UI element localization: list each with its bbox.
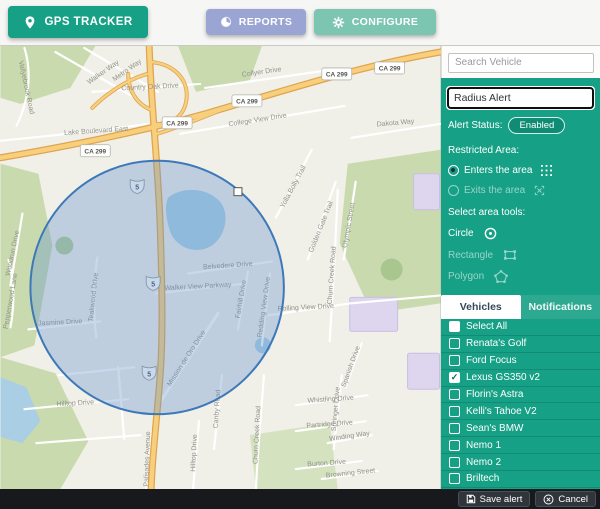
vehicle-row[interactable]: ✓ Lexus GS350 v2 [441, 370, 600, 387]
vehicle-label: Ford Focus [466, 355, 517, 366]
configure-gear-icon [332, 16, 345, 29]
sidebar-panel: Alert Status: Enabled Restricted Area: E… [441, 46, 600, 489]
circle-resize-handle[interactable] [234, 188, 242, 196]
vehicle-label: Florin's Astra [466, 389, 523, 400]
vehicle-row[interactable]: Renata's Golf [441, 336, 600, 353]
tool-circle-label: Circle [448, 228, 474, 239]
alert-status-toggle[interactable]: Enabled [508, 117, 565, 134]
route-badge: CA 299 [375, 62, 405, 74]
nav-gps-label: GPS TRACKER [44, 16, 132, 28]
nav-configure-button[interactable]: CONFIGURE [314, 9, 436, 35]
tab-vehicles[interactable]: Vehicles [441, 295, 521, 319]
enters-area-option[interactable]: Enters the area [448, 165, 593, 176]
alert-status-row: Alert Status: Enabled [448, 117, 593, 134]
polygon-tool-icon [494, 270, 508, 283]
save-alert-button[interactable]: Save alert [458, 491, 531, 507]
svg-text:CA 299: CA 299 [84, 148, 106, 155]
route-badge: CA 299 [162, 117, 192, 129]
vehicle-label: Renata's Golf [466, 338, 526, 349]
vehicle-list: Select All Renata's Golf Ford Focus ✓ Lexus … [441, 319, 600, 489]
svg-text:CA 299: CA 299 [166, 120, 188, 127]
vehicle-label: Nemo 1 [466, 440, 501, 451]
nav-configure-label: CONFIGURE [352, 16, 419, 28]
save-icon [466, 494, 476, 504]
vehicle-row[interactable]: Florin's Astra [441, 387, 600, 404]
search-input[interactable] [448, 53, 594, 73]
alert-status-label: Alert Status: [448, 120, 502, 131]
tab-notifications[interactable]: Notifications [521, 295, 600, 319]
gps-pin-icon [23, 15, 37, 30]
svg-text:CA 299: CA 299 [379, 65, 401, 72]
cancel-icon [543, 494, 554, 505]
map-container: CA 299CA 299CA 299CA 299CA 299 555 Count… [0, 46, 441, 489]
nav-reports-label: REPORTS [239, 16, 293, 28]
vehicle-row[interactable]: Briltech [441, 471, 600, 488]
reports-pie-icon [220, 16, 232, 28]
nav-gps-tracker-button[interactable]: GPS TRACKER [8, 6, 148, 38]
svg-text:CA 299: CA 299 [236, 98, 258, 105]
vehicle-row[interactable]: Nemo 2 [441, 454, 600, 471]
vehicle-label: Briltech [466, 473, 499, 484]
route-badge: CA 299 [80, 145, 110, 157]
cancel-label: Cancel [558, 494, 588, 505]
vehicle-checkbox[interactable] [449, 473, 460, 484]
vehicle-row[interactable]: Nemo 1 [441, 437, 600, 454]
route-badge: CA 299 [232, 95, 262, 107]
vehicle-label: Select All [466, 321, 507, 332]
restricted-area-label: Restricted Area: [448, 145, 593, 156]
vehicle-checkbox[interactable] [449, 338, 460, 349]
route-badge: CA 299 [322, 68, 352, 80]
vehicle-checkbox[interactable] [449, 389, 460, 400]
enters-area-radio[interactable] [448, 165, 459, 176]
rectangle-tool-icon [503, 249, 517, 261]
vehicle-checkbox[interactable]: ✓ [449, 372, 460, 383]
tool-rectangle-label: Rectangle [448, 250, 493, 261]
enters-area-label: Enters the area [464, 165, 532, 176]
tool-rectangle[interactable]: Rectangle [448, 249, 593, 261]
vehicle-checkbox[interactable] [449, 321, 460, 332]
tool-circle[interactable]: Circle [448, 227, 593, 240]
vehicle-checkbox[interactable] [449, 423, 460, 434]
radius-alert-overlay [30, 161, 283, 414]
tool-polygon-label: Polygon [448, 271, 484, 282]
vehicle-checkbox[interactable] [449, 440, 460, 451]
vehicle-checkbox[interactable] [449, 355, 460, 366]
sidebar-tabs: Vehicles Notifications [441, 295, 600, 319]
search-strip [441, 46, 600, 78]
vehicle-row[interactable]: Kelli's Tahoe V2 [441, 403, 600, 420]
save-alert-label: Save alert [480, 494, 523, 505]
exits-area-label: Exits the area [464, 185, 525, 196]
vehicle-row[interactable]: Sean's BMW [441, 420, 600, 437]
circle-tool-icon [484, 227, 497, 240]
cancel-button[interactable]: Cancel [535, 491, 596, 507]
vehicle-row[interactable]: Ford Focus [441, 353, 600, 370]
enters-area-icon [541, 165, 552, 176]
vehicle-label: Kelli's Tahoe V2 [466, 406, 537, 417]
exits-area-option[interactable]: Exits the area [448, 185, 593, 196]
svg-text:CA 299: CA 299 [326, 71, 348, 78]
vehicle-row[interactable]: Select All [441, 319, 600, 336]
app-header: GPS TRACKER REPORTS CONFIGURE [0, 0, 600, 46]
footer-bar: Save alert Cancel [0, 489, 600, 509]
vehicle-checkbox[interactable] [449, 457, 460, 468]
nav-reports-button[interactable]: REPORTS [206, 9, 306, 35]
map-canvas[interactable]: CA 299CA 299CA 299CA 299CA 299 555 Count… [0, 46, 441, 489]
vehicle-label: Sean's BMW [466, 423, 523, 434]
alert-config-panel: Alert Status: Enabled Restricted Area: E… [441, 78, 600, 489]
tool-polygon[interactable]: Polygon [448, 270, 593, 283]
exits-area-icon [534, 185, 545, 196]
vehicle-label: Lexus GS350 v2 [466, 372, 540, 383]
vehicle-checkbox[interactable] [449, 406, 460, 417]
exits-area-radio[interactable] [448, 185, 459, 196]
vehicle-label: Nemo 2 [466, 457, 501, 468]
alert-name-input[interactable] [448, 88, 593, 108]
area-tools-label: Select area tools: [448, 207, 593, 218]
radius-circle[interactable] [30, 161, 283, 414]
